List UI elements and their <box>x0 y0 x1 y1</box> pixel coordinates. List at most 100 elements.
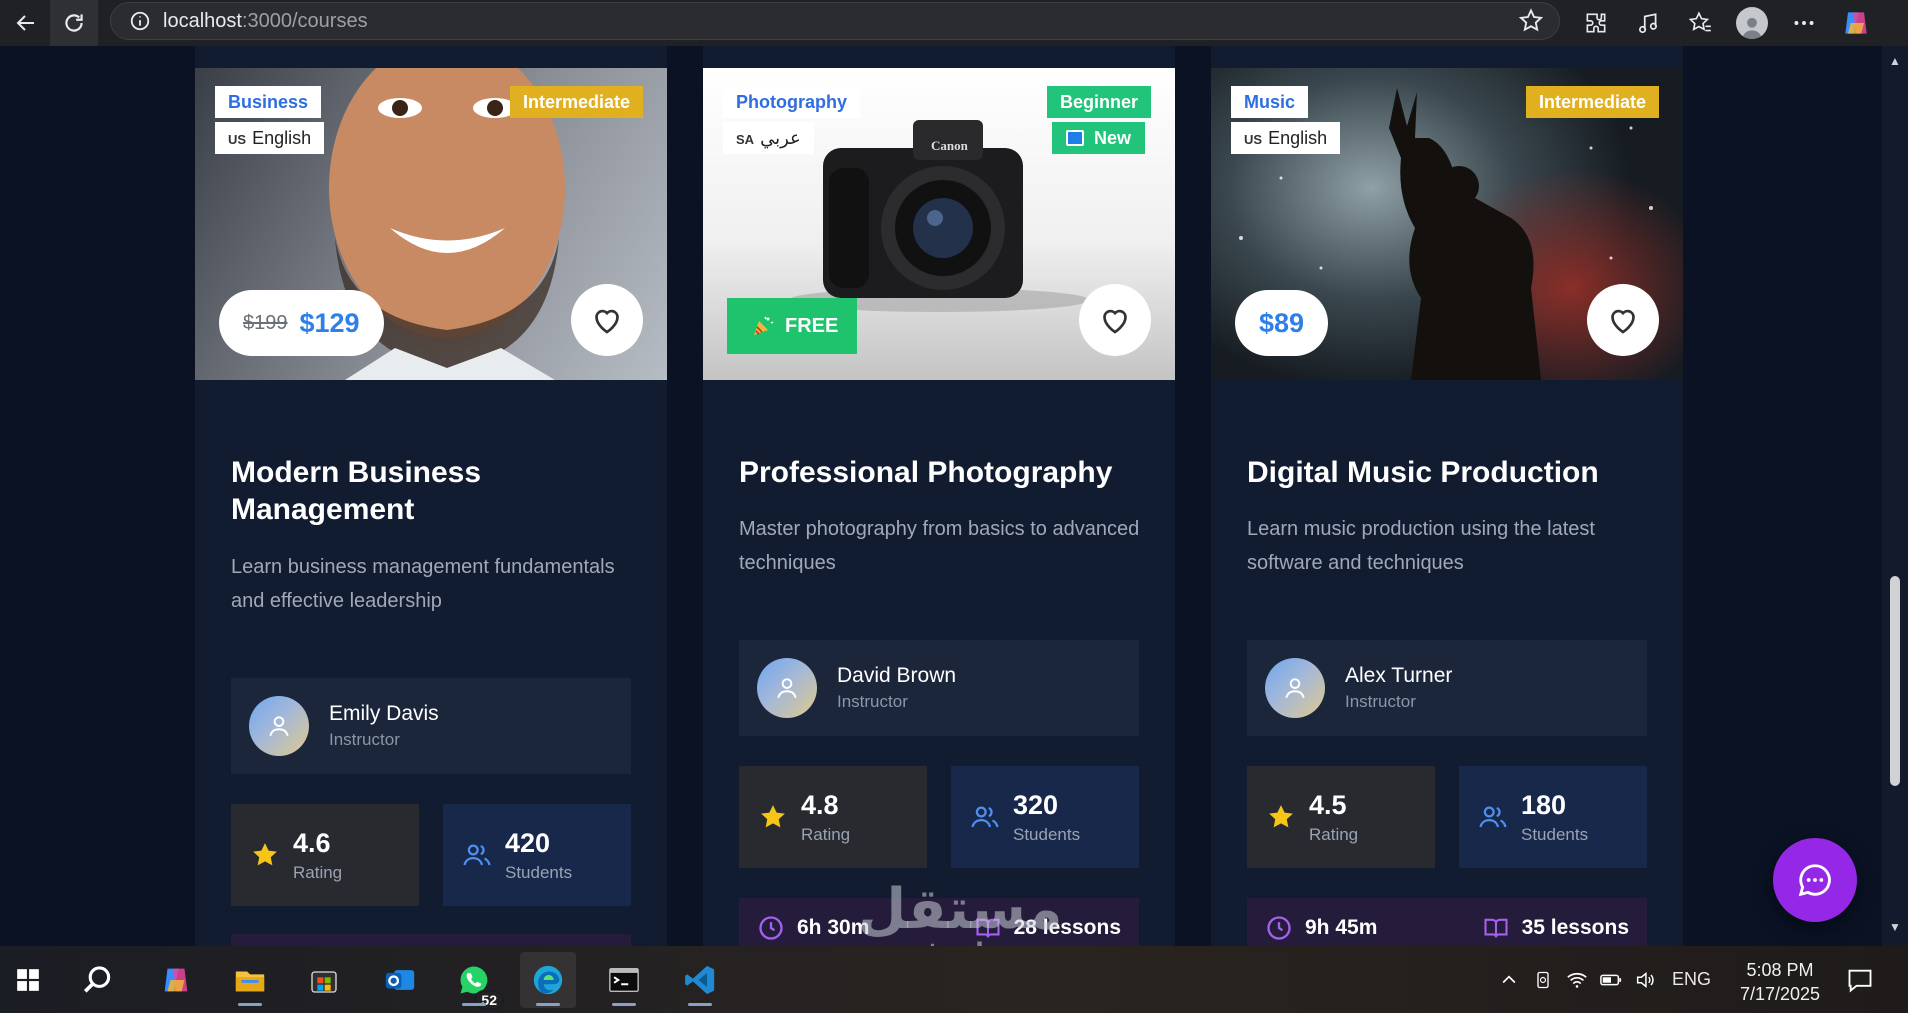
reload-button[interactable] <box>50 0 98 46</box>
copilot-icon <box>164 968 188 992</box>
course-card[interactable]: Business Intermediate US English $199 $12… <box>195 46 667 946</box>
course-card[interactable]: Music Intermediate US English $89 Digital… <box>1211 46 1683 946</box>
vscode-button[interactable] <box>672 952 728 1008</box>
students-label: Students <box>1013 824 1081 844</box>
extensions-icon[interactable] <box>1570 0 1622 46</box>
course-meta-strip: 6h 30m 28 lessons <box>739 898 1139 946</box>
media-control-icon[interactable] <box>1622 0 1674 46</box>
heart-icon <box>1103 309 1127 334</box>
language-tag: US English <box>1231 122 1341 154</box>
instructor-name: Alex Turner <box>1345 664 1453 687</box>
more-options-icon[interactable] <box>1778 0 1830 46</box>
rating-label: Rating <box>293 862 343 882</box>
tray-chevron-up-icon[interactable] <box>1492 963 1526 997</box>
copilot-icon[interactable] <box>1830 0 1882 46</box>
students-value: 320 <box>1013 789 1059 820</box>
rating-value: 4.6 <box>293 827 331 858</box>
favorite-button[interactable] <box>1079 284 1151 356</box>
level-badge: Beginner <box>1046 86 1151 118</box>
notifications-button[interactable] <box>1832 952 1888 1008</box>
site-info-icon[interactable] <box>125 6 155 36</box>
new-badge: New <box>1051 122 1145 154</box>
rating-stat: 4.8 Rating <box>739 766 927 868</box>
wifi-icon[interactable] <box>1560 963 1594 997</box>
duration-value: 9h 45m <box>1305 916 1378 939</box>
url-host: localhost <box>163 9 242 32</box>
lessons-value: 35 lessons <box>1521 916 1629 939</box>
running-indicator <box>238 1003 262 1006</box>
address-bar[interactable]: localhost:3000/courses <box>110 2 1560 40</box>
page-scrollbar[interactable]: ▲ ▼ <box>1882 46 1908 946</box>
instructor-role: Instructor <box>329 730 400 749</box>
profile-avatar[interactable] <box>1726 0 1778 46</box>
favorite-button[interactable] <box>1587 284 1659 356</box>
language-name: English <box>1268 128 1328 148</box>
user-icon <box>1285 678 1305 699</box>
browser-toolbar: localhost:3000/courses <box>0 0 1908 46</box>
file-explorer-button[interactable] <box>222 952 278 1008</box>
start-button[interactable] <box>0 952 56 1008</box>
edge-browser-button[interactable] <box>520 952 576 1008</box>
copilot-taskbar-button[interactable] <box>148 952 204 1008</box>
favorite-star-icon[interactable] <box>1517 7 1545 40</box>
students-stat: 320 Students <box>951 766 1139 868</box>
search-icon <box>83 966 111 993</box>
users-icon <box>463 844 491 866</box>
rating-stat: 4.5 Rating <box>1247 766 1435 868</box>
course-title[interactable]: Modern Business Management <box>231 454 651 528</box>
scroll-down-arrow-icon[interactable]: ▼ <box>1888 920 1902 934</box>
notification-icon <box>1848 969 1872 993</box>
clock-date: 7/17/2025 <box>1739 984 1821 1004</box>
url-path: :3000/courses <box>241 9 368 32</box>
heart-icon <box>595 309 619 334</box>
scroll-thumb[interactable] <box>1890 576 1900 786</box>
favorite-button[interactable] <box>571 284 643 356</box>
lessons-item: 28 lessons <box>974 914 1121 942</box>
terminal-button[interactable] <box>596 952 652 1008</box>
instructor-avatar <box>249 696 309 756</box>
instructor-avatar <box>1265 658 1325 718</box>
store-icon <box>311 971 337 993</box>
instructor-name: David Brown <box>837 664 957 687</box>
rating-label: Rating <box>1309 824 1359 844</box>
system-clock[interactable]: 5:08 PM 7/17/2025 <box>1720 958 1840 1006</box>
new-label: New <box>1093 127 1131 148</box>
running-indicator <box>688 1003 712 1006</box>
course-card[interactable]: Canon Photography Beginner New SA عربي FR… <box>703 46 1175 946</box>
students-value: 420 <box>505 827 551 858</box>
lessons-item: 35 lessons <box>1482 914 1629 942</box>
course-title[interactable]: Professional Photography <box>739 454 1159 491</box>
microsoft-store-button[interactable] <box>296 952 352 1008</box>
battery-icon[interactable] <box>1594 963 1628 997</box>
free-badge: FREE <box>727 298 857 354</box>
browser-extension-icons <box>1570 0 1882 46</box>
chat-button[interactable] <box>1773 838 1857 922</box>
user-icon <box>777 678 797 699</box>
instructor-role: Instructor <box>1345 692 1416 711</box>
tray-device-icon[interactable] <box>1526 963 1560 997</box>
course-title[interactable]: Digital Music Production <box>1247 454 1667 491</box>
whatsapp-button[interactable]: 52 <box>446 952 504 1010</box>
book-icon <box>976 918 1000 938</box>
clock-time: 5:08 PM <box>1746 960 1814 980</box>
lessons-value: 28 lessons <box>1013 916 1121 939</box>
scroll-up-arrow-icon[interactable]: ▲ <box>1888 54 1902 68</box>
volume-icon[interactable] <box>1628 963 1662 997</box>
course-description: Learn business management fundamentals a… <box>231 556 615 612</box>
back-button[interactable] <box>6 3 46 43</box>
language-name: English <box>252 128 312 148</box>
input-language[interactable]: ENG <box>1672 969 1711 990</box>
course-meta-strip: 9h 45m 35 lessons <box>1247 898 1647 946</box>
instructor-avatar <box>757 658 817 718</box>
url-text[interactable]: localhost:3000/courses <box>163 10 368 33</box>
level-badge: Intermediate <box>509 86 643 118</box>
windows-taskbar: 52 ENG 5:08 PM 7/17/2025 <box>0 946 1908 1013</box>
outlook-button[interactable] <box>372 952 428 1008</box>
duration-item: 9h 45m <box>1265 914 1377 942</box>
free-label: FREE <box>785 314 839 337</box>
search-button[interactable] <box>70 952 126 1008</box>
outlook-icon <box>385 970 415 990</box>
favorites-icon[interactable] <box>1674 0 1726 46</box>
vscode-icon <box>685 965 715 995</box>
star-icon <box>761 805 785 828</box>
